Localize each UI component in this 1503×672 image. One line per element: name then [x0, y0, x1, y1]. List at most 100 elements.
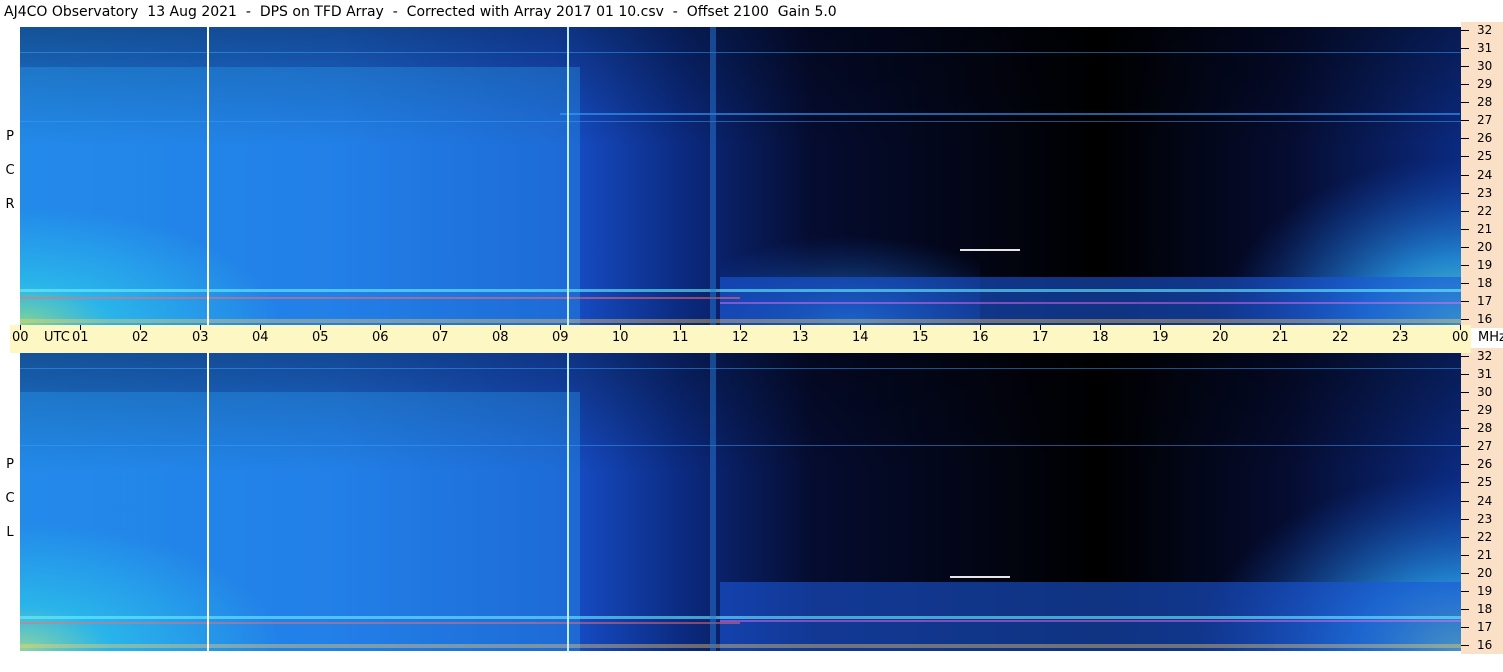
lcp-label: P C L — [0, 448, 20, 550]
mhz-tick — [1461, 30, 1469, 31]
utc-label: 16 — [972, 330, 989, 345]
mhz-tick — [1461, 392, 1469, 394]
mhz-tick — [1461, 446, 1469, 448]
mhz-label: 29 — [1477, 77, 1493, 92]
mhz-tick — [1461, 319, 1469, 320]
mhz-tick — [1461, 356, 1469, 357]
rcp-spectrogram — [20, 27, 1461, 325]
mhz-tick — [1461, 48, 1469, 50]
mhz-label: 32 — [1477, 349, 1493, 363]
utc-label: 19 — [1152, 330, 1169, 345]
mhz-tick — [1461, 120, 1469, 122]
mhz-label: 21 — [1477, 221, 1493, 236]
mhz-label: 17 — [1477, 619, 1493, 634]
rcp-letter-r: P — [6, 129, 14, 144]
mhz-tick — [1461, 228, 1469, 230]
mhz-tick — [1461, 590, 1469, 592]
mhz-label: 20 — [1477, 565, 1493, 580]
mhz-label: 18 — [1477, 275, 1493, 290]
utc-label: 06 — [372, 330, 389, 345]
lcp-frequency-axis: 32 31 30 29 28 27 26 25 24 23 22 21 20 19 18 17 16 — [1461, 348, 1503, 654]
mhz-label: 30 — [1477, 59, 1493, 74]
mhz-tick — [1461, 374, 1469, 376]
utc-label: 18 — [1092, 330, 1109, 345]
rcp-letter-c: C — [5, 163, 15, 178]
mhz-tick — [1461, 410, 1469, 412]
mhz-tick — [1461, 210, 1469, 212]
mhz-tick — [1461, 174, 1469, 176]
mhz-label: 27 — [1477, 439, 1493, 454]
mhz-label: 26 — [1477, 457, 1493, 472]
mhz-label: 29 — [1477, 403, 1493, 418]
mhz-label: 32 — [1477, 23, 1493, 37]
mhz-label: 27 — [1477, 113, 1493, 128]
mhz-label: 20 — [1477, 239, 1493, 254]
mhz-tick — [1461, 264, 1469, 266]
mhz-tick — [1461, 428, 1469, 430]
mhz-label: 16 — [1477, 312, 1493, 326]
utc-label: 20 — [1212, 330, 1229, 345]
lcp-letter-l: L — [6, 525, 14, 540]
mhz-tick — [1461, 464, 1469, 466]
lcp-letter-p: P — [6, 457, 14, 472]
page-title: AJ4CO Observatory 13 Aug 2021 - DPS on T… — [4, 4, 837, 20]
mhz-label: 19 — [1477, 257, 1493, 272]
utc-label: 02 — [132, 330, 149, 345]
mhz-tick — [1461, 482, 1469, 484]
utc-label: 10 — [612, 330, 629, 345]
mhz-tick — [1461, 554, 1469, 556]
mhz-label: 31 — [1477, 41, 1493, 56]
utc-label: 12 — [732, 330, 749, 345]
lcp-letter-c: C — [5, 491, 15, 506]
mhz-label: 19 — [1477, 583, 1493, 598]
mhz-label: 25 — [1477, 149, 1493, 164]
utc-label: 07 — [432, 330, 449, 345]
mhz-tick — [1461, 645, 1469, 646]
mhz-label: 30 — [1477, 385, 1493, 400]
lcp-spectrogram — [20, 352, 1461, 651]
mhz-tick — [1461, 282, 1469, 284]
mhz-label: 25 — [1477, 475, 1493, 490]
mhz-label: 26 — [1477, 131, 1493, 146]
mhz-tick — [1461, 66, 1469, 68]
mhz-tick — [1461, 102, 1469, 104]
mhz-label: 23 — [1477, 511, 1493, 526]
utc-label: 09 — [552, 330, 569, 345]
mhz-label: 22 — [1477, 203, 1493, 218]
utc-label: 15 — [912, 330, 929, 345]
mhz-tick — [1461, 608, 1469, 610]
utc-label: UTC — [44, 330, 70, 345]
rcp-frequency-axis: 32 31 30 29 28 27 26 25 24 23 22 21 20 19 18 17 16 — [1461, 22, 1503, 328]
mhz-label: 28 — [1477, 421, 1493, 436]
mhz-tick — [1461, 138, 1469, 140]
mhz-tick — [1461, 518, 1469, 520]
utc-label: 21 — [1272, 330, 1289, 345]
rcp-letter-p: R — [5, 197, 15, 212]
mhz-label: 24 — [1477, 167, 1493, 182]
utc-label: 05 — [312, 330, 329, 345]
utc-label: 03 — [192, 330, 209, 345]
lcp-spectrogram-image — [20, 352, 1461, 651]
utc-label: 23 — [1392, 330, 1409, 345]
mhz-label: 28 — [1477, 95, 1493, 110]
utc-time-axis: 00 UTC 01 02 03 04 05 06 07 08 09 10 11 12 13 14 15 16 17 1… — [10, 325, 1503, 353]
mhz-tick — [1461, 536, 1469, 538]
utc-label: 04 — [252, 330, 269, 345]
utc-label: 08 — [492, 330, 509, 345]
utc-label: 01 — [72, 330, 89, 345]
mhz-tick — [1461, 192, 1469, 194]
mhz-tick — [1461, 300, 1469, 302]
mhz-tick — [1461, 572, 1469, 574]
utc-label: 00 — [12, 330, 29, 345]
utc-label: 13 — [792, 330, 809, 345]
mhz-label: 31 — [1477, 367, 1493, 382]
utc-label: 17 — [1032, 330, 1049, 345]
utc-label: MHz — [1478, 330, 1503, 345]
mhz-tick — [1461, 500, 1469, 502]
mhz-tick — [1461, 156, 1469, 158]
mhz-label: 24 — [1477, 493, 1493, 508]
utc-label: 22 — [1332, 330, 1349, 345]
utc-label: 14 — [852, 330, 869, 345]
rcp-spectrogram-image — [20, 27, 1461, 325]
utc-label: 00 — [1452, 330, 1469, 345]
